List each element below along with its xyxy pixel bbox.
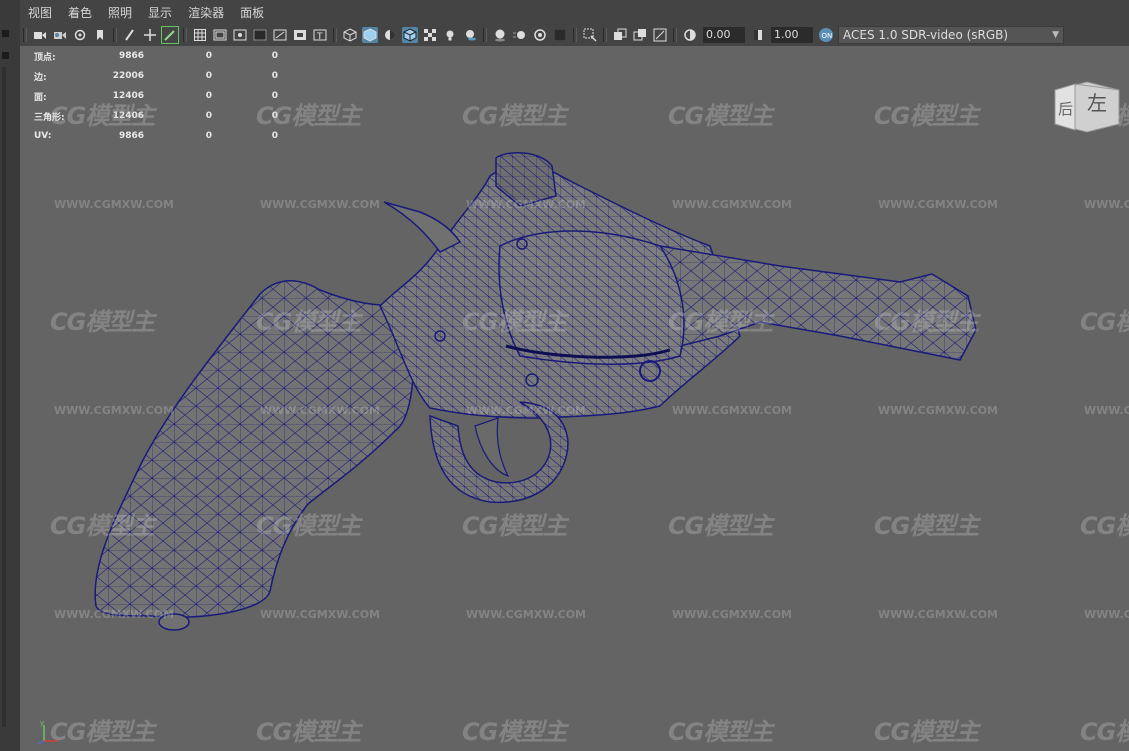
toolbar-separator — [573, 28, 577, 42]
hud-label: 顶点: — [34, 52, 56, 63]
hud-row-faces: 面: 12406 0 0 — [34, 86, 278, 106]
hud-value: 0 — [271, 131, 278, 141]
toolbar-separator — [333, 28, 337, 42]
hud-value: 0 — [205, 71, 212, 81]
xray-joints-icon[interactable] — [632, 27, 648, 43]
menu-panels[interactable]: 面板 — [232, 4, 272, 21]
revolver-wireframe-model[interactable] — [20, 46, 1129, 751]
resolution-gate-icon[interactable] — [232, 27, 248, 43]
poly-count-hud: 顶点: 9866 0 0 边: 22006 0 0 面: 12406 0 0 三… — [34, 46, 278, 146]
camera-attributes-icon[interactable] — [52, 27, 68, 43]
hud-row-triangles: 三角形: 12406 0 0 — [34, 106, 278, 126]
exposure-input[interactable]: 0.00 — [703, 27, 745, 43]
hud-label: 三角形: — [34, 112, 65, 123]
hud-value: 9866 — [118, 131, 144, 141]
toolbar-separator — [673, 28, 677, 42]
hud-row-uvs: UV: 9866 0 0 — [34, 126, 278, 146]
isolate-select-icon[interactable] — [582, 27, 598, 43]
svg-text:T: T — [316, 32, 323, 41]
hud-value: 0 — [205, 111, 212, 121]
color-space-select[interactable]: ACES 1.0 SDR-video (sRGB) ▼ — [838, 26, 1064, 44]
wireframe-on-shaded-icon[interactable] — [402, 27, 418, 43]
hud-label: UV: — [34, 131, 52, 141]
hud-row-edges: 边: 22006 0 0 — [34, 66, 278, 86]
field-chart-icon[interactable] — [272, 27, 288, 43]
pencil-tool-icon[interactable] — [161, 26, 179, 44]
bookmark-icon[interactable] — [72, 27, 88, 43]
hud-row-vertices: 顶点: 9866 0 0 — [34, 46, 278, 66]
hud-value: 0 — [205, 131, 212, 141]
toolbar-separator — [183, 28, 187, 42]
panel-menubar: 视图 着色 照明 显示 渲染器 面板 — [20, 0, 1129, 24]
color-space-value: ACES 1.0 SDR-video (sRGB) — [843, 28, 1009, 42]
maya-viewport-window: 视图 着色 照明 显示 渲染器 面板 T 0.00 1.00 ON ACES 1… — [0, 0, 1129, 751]
panel-toggle-marker[interactable] — [2, 52, 9, 59]
smooth-shade-icon[interactable] — [362, 27, 378, 43]
safe-title-icon[interactable]: T — [312, 27, 328, 43]
3d-viewport[interactable]: 顶点: 9866 0 0 边: 22006 0 0 面: 12406 0 0 三… — [20, 46, 1129, 751]
menu-view[interactable]: 视图 — [20, 4, 60, 21]
menu-show[interactable]: 显示 — [140, 4, 180, 21]
shadows-icon[interactable] — [462, 27, 478, 43]
depth-of-field-icon[interactable] — [552, 27, 568, 43]
wireframe-icon[interactable] — [342, 27, 358, 43]
anti-aliasing-icon[interactable] — [532, 27, 548, 43]
hud-value: 12406 — [112, 91, 144, 101]
hud-value: 0 — [205, 91, 212, 101]
hud-value: 0 — [271, 51, 278, 61]
menu-shading[interactable]: 着色 — [60, 4, 100, 21]
hud-value: 22006 — [112, 71, 144, 81]
hud-label: 面: — [34, 92, 47, 103]
hud-value: 9866 — [118, 51, 144, 61]
color-management-icon[interactable]: ON — [818, 27, 834, 43]
film-gate-icon[interactable] — [212, 27, 228, 43]
screen-space-ao-icon[interactable] — [492, 27, 508, 43]
axis-gizmo: y — [36, 719, 66, 749]
grease-pencil-icon[interactable] — [122, 27, 138, 43]
svg-text:y: y — [40, 719, 44, 727]
toolbar-separator — [23, 28, 27, 42]
hud-value: 12406 — [112, 111, 144, 121]
view-cube[interactable]: 后 左 — [1047, 68, 1127, 142]
gamma-input[interactable]: 1.00 — [771, 27, 813, 43]
left-scrollbar[interactable] — [2, 67, 6, 727]
menu-renderer[interactable]: 渲染器 — [180, 4, 232, 21]
gamma-icon[interactable] — [750, 27, 766, 43]
toolbar-separator — [113, 28, 117, 42]
use-all-lights-icon[interactable] — [442, 27, 458, 43]
menu-lighting[interactable]: 照明 — [100, 4, 140, 21]
xray-icon[interactable] — [612, 27, 628, 43]
view-cube-face-back[interactable]: 后 — [1058, 100, 1073, 118]
toolbar-separator — [603, 28, 607, 42]
grid-icon[interactable] — [192, 27, 208, 43]
backface-culling-icon[interactable] — [652, 27, 668, 43]
left-side-panel — [0, 0, 21, 751]
panel-menu-marker[interactable] — [2, 30, 9, 37]
chevron-down-icon: ▼ — [1052, 30, 1059, 40]
toolbar-separator — [483, 28, 487, 42]
panel-toolbar: T 0.00 1.00 ON ACES 1.0 SDR-video (sRGB)… — [20, 24, 1129, 47]
image-plane-icon[interactable] — [92, 27, 108, 43]
hud-value: 0 — [205, 51, 212, 61]
hud-value: 0 — [271, 91, 278, 101]
default-material-icon[interactable] — [382, 27, 398, 43]
svg-text:ON: ON — [822, 32, 833, 40]
gate-mask-icon[interactable] — [252, 27, 268, 43]
safe-action-icon[interactable] — [292, 27, 308, 43]
view-cube-face-left[interactable]: 左 — [1087, 91, 1107, 115]
motion-blur-icon[interactable] — [512, 27, 528, 43]
camera-select-icon[interactable] — [32, 27, 48, 43]
hud-value: 0 — [271, 71, 278, 81]
2d-pan-zoom-icon[interactable] — [142, 27, 158, 43]
exposure-icon[interactable] — [682, 27, 698, 43]
hud-value: 0 — [271, 111, 278, 121]
hud-label: 边: — [34, 72, 47, 83]
textured-icon[interactable] — [422, 27, 438, 43]
